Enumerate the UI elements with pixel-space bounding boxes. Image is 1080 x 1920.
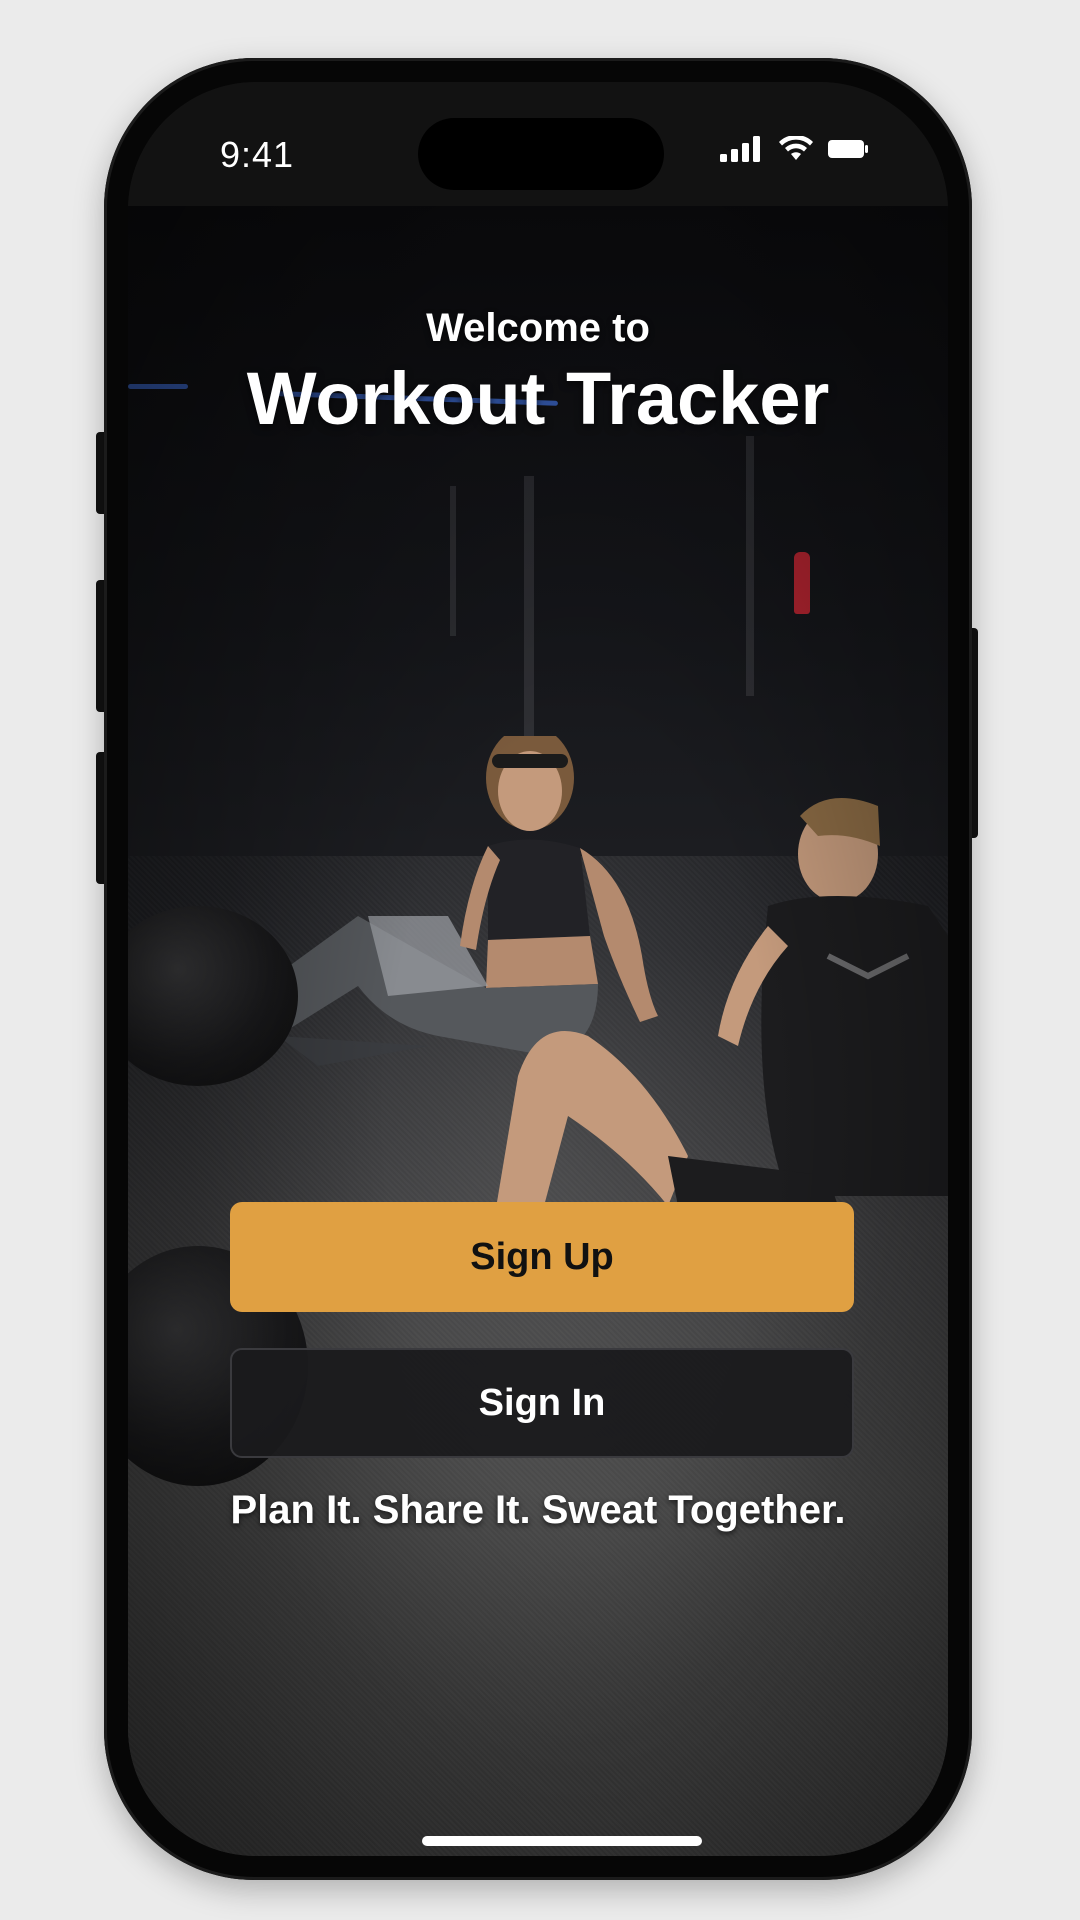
dynamic-island: [418, 118, 664, 190]
phone-frame: 9:41 Welcome to Workout Tracker Sign Up …: [104, 58, 972, 1880]
battery-icon: [828, 138, 868, 160]
sign-up-button[interactable]: Sign Up: [230, 1202, 854, 1312]
status-icons: [720, 136, 868, 162]
home-indicator[interactable]: [422, 1836, 702, 1846]
photo-vignette: [128, 206, 948, 1856]
tagline: Plan It. Share It. Sweat Together.: [230, 1488, 846, 1532]
cellular-signal-icon: [720, 136, 764, 162]
sign-in-button[interactable]: Sign In: [230, 1348, 854, 1458]
status-bar: 9:41: [128, 82, 948, 206]
wifi-icon: [778, 136, 814, 162]
app-title: Workout Tracker: [246, 357, 830, 440]
device-mockup-stage: 9:41 Welcome to Workout Tracker Sign Up …: [0, 0, 1080, 1920]
status-time: 9:41: [220, 134, 295, 175]
welcome-text: Welcome to: [426, 306, 650, 350]
hero-background-photo: [128, 206, 948, 1856]
phone-screen: 9:41 Welcome to Workout Tracker Sign Up …: [128, 82, 948, 1856]
